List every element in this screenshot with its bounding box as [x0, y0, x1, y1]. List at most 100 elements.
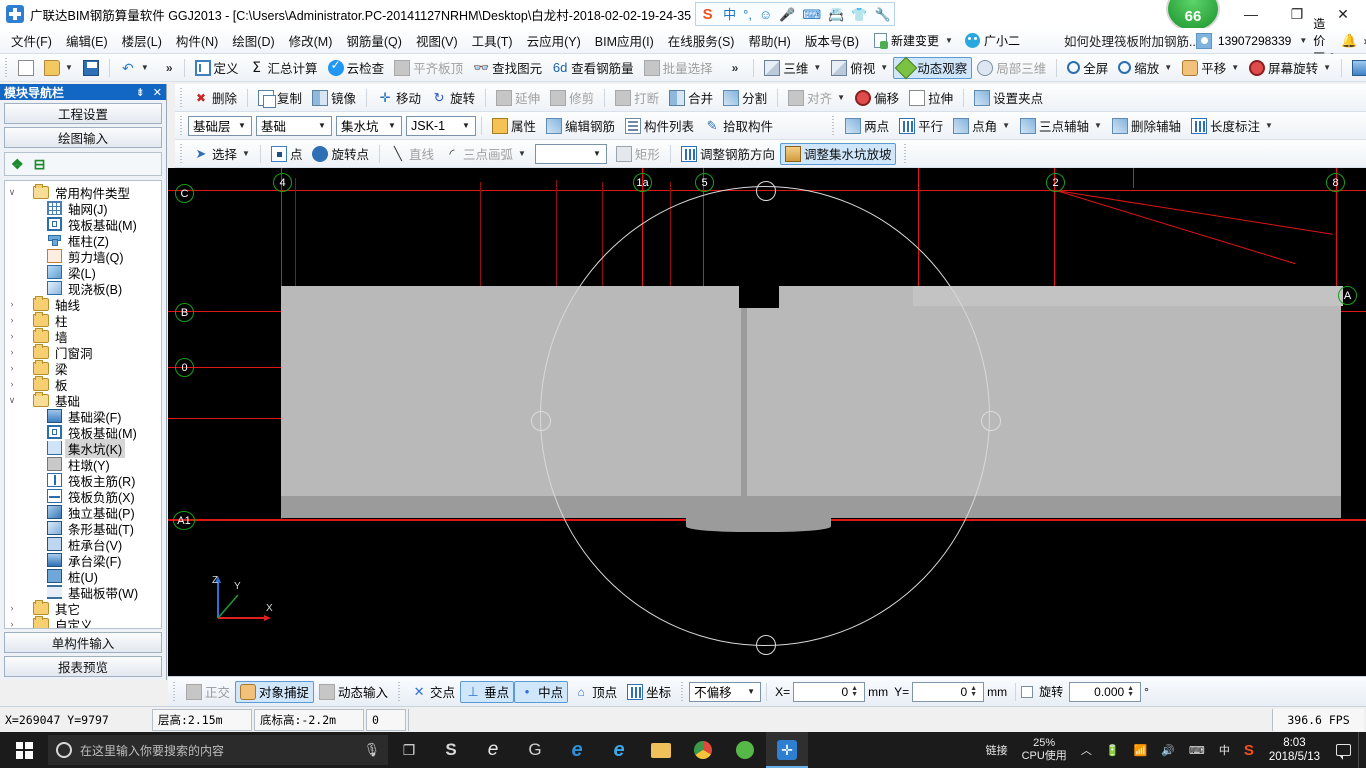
y-spinner[interactable]: ▲ ▼ [970, 685, 981, 698]
vertex-snap-toggle[interactable]: ⌂ 顶点 [568, 681, 622, 703]
collapse-chevron-icon[interactable]: › [5, 331, 19, 341]
pick-component-button[interactable]: ✎ 拾取构件 [699, 115, 778, 137]
top-view-chevron-down-icon[interactable]: ▼ [880, 63, 888, 72]
help-tip-link[interactable]: 如何处理筏板附加钢筋.. [1064, 31, 1196, 50]
open-chevron-down-icon[interactable]: ▼ [65, 63, 73, 72]
sogou-tray-icon[interactable]: S [1237, 732, 1261, 768]
drawing-input-button[interactable]: 绘图输入 [4, 127, 162, 148]
toolbar-draw-grip-end[interactable] [902, 143, 910, 164]
view-rebar-button[interactable]: 6d 查看钢筋量 [547, 57, 639, 79]
cloud-check-button[interactable]: 云检查 [323, 57, 390, 79]
midpoint-snap-toggle[interactable]: • 中点 [514, 680, 569, 703]
split-button[interactable]: 分割 [718, 87, 772, 109]
ime-voice-icon[interactable]: 🎤 [779, 8, 795, 21]
copy-button[interactable]: 复制 [253, 87, 307, 109]
taskbar-app-chrome[interactable] [682, 732, 724, 768]
menu-cloud-app[interactable]: 云应用(Y) [520, 28, 588, 53]
snapbar-grip-3[interactable] [679, 681, 687, 702]
length-dimension-button[interactable]: 长度标注 ▼ [1186, 115, 1278, 137]
collapse-chevron-icon[interactable]: › [5, 363, 19, 373]
rotate-button[interactable]: ↻ 旋转 [426, 87, 480, 109]
menu-floor[interactable]: 楼层(L) [115, 28, 169, 53]
assistant-button[interactable]: 广小二 [961, 30, 1024, 51]
offset-mode-chevron-down-icon[interactable]: ▼ [744, 683, 758, 701]
clock[interactable]: 8:03 2018/5/13 [1261, 736, 1328, 764]
axis-bubble-b[interactable]: B [175, 303, 194, 322]
show-desktop-button[interactable] [1358, 732, 1366, 768]
ime-keyboard-icon[interactable]: ⌨ [802, 8, 821, 21]
link-status[interactable]: 链接 [979, 732, 1015, 768]
cpu-usage[interactable]: 25% CPU使用 [1015, 732, 1074, 768]
drawing-canvas[interactable]: C 4 1a 5 2 8 B A 0 A1 Z Y X [168, 168, 1366, 676]
zoom-chevron-down-icon[interactable]: ▼ [1164, 63, 1172, 72]
save-file-button[interactable] [78, 57, 104, 79]
axis-bubble-2[interactable]: 2 [1046, 173, 1065, 192]
undo-chevron-down-icon[interactable]: ▼ [141, 63, 149, 72]
collapse-chevron-icon[interactable]: › [5, 315, 19, 325]
orbit-handle-right[interactable] [981, 411, 1001, 431]
action-center-button[interactable] [1328, 732, 1358, 768]
account-phone[interactable]: 13907298339 [1218, 34, 1291, 48]
notification-bell-icon[interactable]: 🔔 [1341, 33, 1357, 49]
menu-modify[interactable]: 修改(M) [282, 28, 340, 53]
single-component-input-button[interactable]: 单构件输入 [4, 632, 162, 653]
undo-button[interactable]: ↶ ▼ [115, 57, 154, 79]
user-avatar-icon[interactable] [1195, 32, 1212, 49]
tray-expand-button[interactable]: ︿ [1074, 732, 1099, 768]
axis-bubble-5[interactable]: 5 [695, 173, 714, 192]
microphone-icon[interactable]: 🎙 [363, 742, 380, 758]
align-chevron-down-icon[interactable]: ▼ [837, 93, 845, 102]
screen-rotate-button[interactable]: 屏幕旋转 ▼ [1244, 57, 1336, 79]
ime-skin-icon[interactable]: 👕 [851, 8, 867, 21]
ime-punctuation-icon[interactable]: °, [743, 8, 752, 21]
adjust-pit-slope-button[interactable]: 调整集水坑放坡 [779, 142, 897, 165]
orbit-handle-left[interactable] [531, 411, 551, 431]
menu-component[interactable]: 构件(N) [169, 28, 225, 53]
axis-bubble-a1[interactable]: A1 [173, 511, 195, 530]
start-button[interactable] [0, 732, 48, 768]
battery-icon[interactable]: 🔋 [1099, 732, 1127, 768]
tree-group-axis-line[interactable]: › 轴线 [5, 295, 161, 313]
draw-param-chevron-down-icon[interactable]: ▼ [590, 145, 604, 163]
taskbar-app-ie-blue[interactable]: e [556, 732, 598, 768]
tree-group-custom[interactable]: › 自定义 [5, 615, 161, 628]
set-grip-button[interactable]: 设置夹点 [969, 87, 1048, 109]
collapse-chevron-icon[interactable]: › [5, 603, 19, 613]
x-spinner[interactable]: ▲ ▼ [851, 685, 862, 698]
menu-help[interactable]: 帮助(H) [741, 28, 797, 53]
volume-icon[interactable]: 🔊 [1154, 732, 1182, 768]
taskbar-app-ie-classic[interactable]: e [598, 732, 640, 768]
find-element-button[interactable]: 👓 查找图元 [468, 57, 547, 79]
component-type-chevron-down-icon[interactable]: ▼ [385, 117, 399, 135]
account-chevron-down-icon[interactable]: ▼ [1299, 36, 1307, 45]
orbit-handle-bottom[interactable] [756, 635, 776, 655]
chevron-down-icon[interactable]: ▼ [945, 36, 953, 45]
select-tool-chevron-down-icon[interactable]: ▼ [242, 149, 250, 158]
axis-bubble-a[interactable]: A [1338, 286, 1357, 305]
define-button[interactable]: 定义 [190, 57, 244, 79]
three-point-axis-chevron-down-icon[interactable]: ▼ [1094, 121, 1102, 130]
tree-group-door-window[interactable]: › 门窗洞 [5, 343, 161, 361]
task-view-button[interactable]: ❐ [388, 732, 430, 768]
rotate-spinner[interactable]: ▲ ▼ [1127, 685, 1138, 698]
toolbar-component-grip[interactable] [178, 115, 185, 136]
menu-draw[interactable]: 绘图(D) [225, 28, 281, 53]
offset-mode-select[interactable]: 不偏移 ▼ [689, 681, 762, 702]
snapbar-grip-2[interactable] [396, 681, 404, 702]
rotate-point-tool-button[interactable]: 旋转点 [307, 143, 374, 165]
arc-chevron-down-icon[interactable]: ▼ [518, 149, 526, 158]
top-view-button[interactable]: 俯视 ▼ [826, 57, 893, 79]
collapse-chevron-icon[interactable]: › [5, 379, 19, 389]
x-offset-input[interactable]: 0 ▲ ▼ [793, 681, 866, 702]
taskbar-app-spiral[interactable]: G [514, 732, 556, 768]
three-d-chevron-down-icon[interactable]: ▼ [813, 63, 821, 72]
category-select[interactable]: 基础 ▼ [256, 115, 332, 136]
taskbar-app-wechat[interactable] [724, 732, 766, 768]
component-type-select[interactable]: 集水坑 ▼ [336, 115, 402, 136]
stretch-button[interactable]: 拉伸 [904, 87, 958, 109]
axis-bubble-c[interactable]: C [175, 184, 194, 203]
toolbar-draw-grip[interactable] [178, 143, 185, 164]
rotate-input[interactable]: 0.000 ▲ ▼ [1069, 681, 1142, 702]
menu-version[interactable]: 版本号(B) [798, 28, 866, 53]
category-chevron-down-icon[interactable]: ▼ [315, 117, 329, 135]
